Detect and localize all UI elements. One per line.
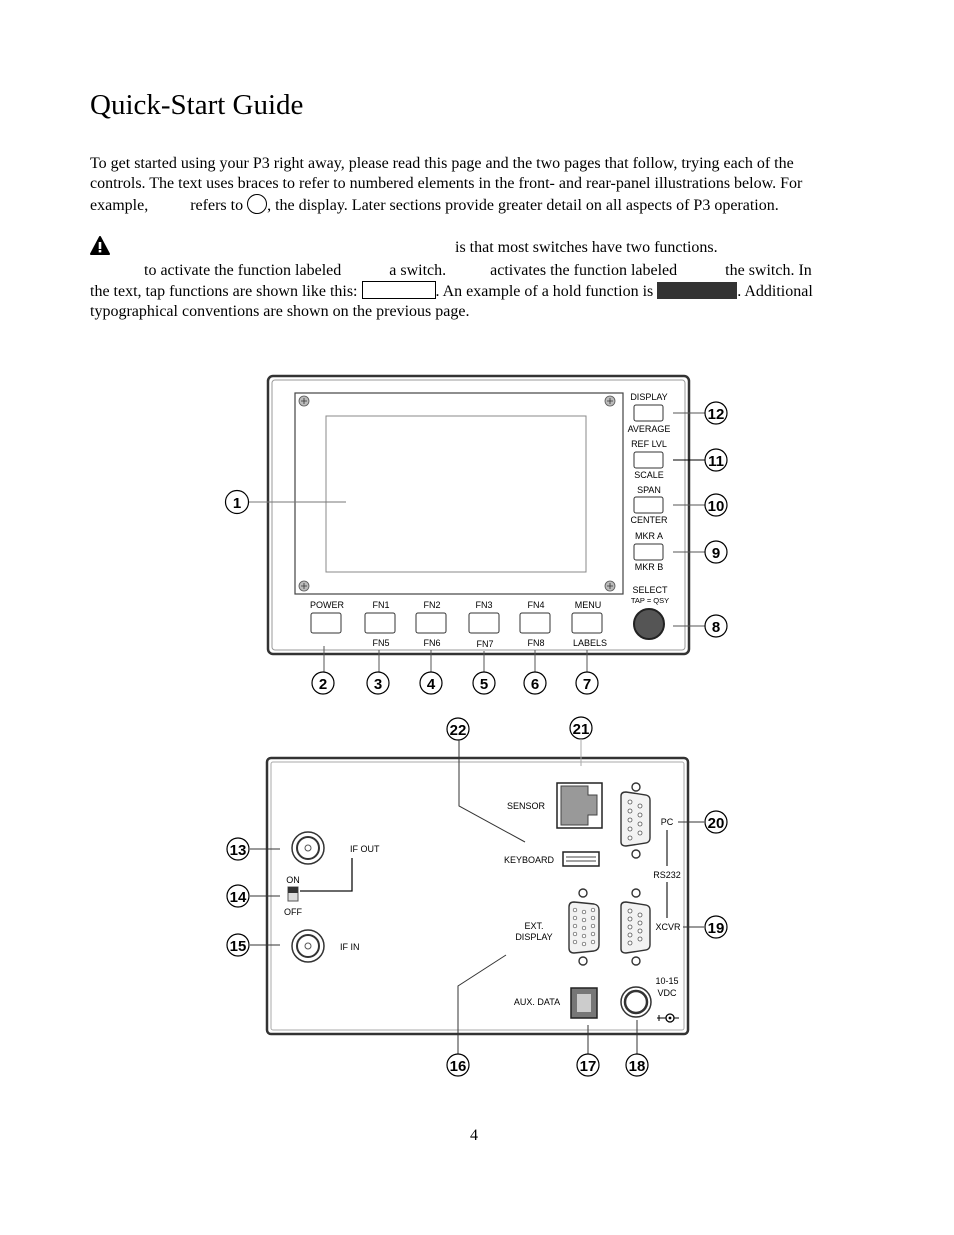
svg-text:AVERAGE: AVERAGE: [628, 424, 671, 434]
svg-text:FN8: FN8: [527, 638, 544, 648]
svg-text:2: 2: [319, 676, 327, 693]
svg-text:6: 6: [531, 676, 539, 693]
svg-text:SCALE: SCALE: [634, 470, 664, 480]
svg-text:SPAN: SPAN: [637, 485, 661, 495]
svg-text:IF OUT: IF OUT: [350, 844, 380, 854]
svg-text:1: 1: [233, 495, 241, 512]
keyboard-port[interactable]: KEYBOARD: [504, 851, 600, 867]
svg-text:14: 14: [230, 889, 247, 906]
svg-text:FN4: FN4: [527, 600, 544, 610]
svg-text:MKR A: MKR A: [635, 531, 663, 541]
svg-text:12: 12: [708, 406, 725, 423]
svg-text:MENU: MENU: [575, 600, 602, 610]
svg-text:FN1: FN1: [372, 600, 389, 610]
display-screen: [325, 415, 587, 573]
svg-text:TAP = QSY: TAP = QSY: [631, 596, 669, 605]
svg-text:FN2: FN2: [423, 600, 440, 610]
svg-text:OFF: OFF: [284, 907, 302, 917]
svg-text:10-15: 10-15: [655, 976, 678, 986]
svg-text:21: 21: [573, 721, 590, 738]
svg-text:FN6: FN6: [423, 638, 440, 648]
svg-text:10: 10: [708, 498, 725, 515]
svg-text:11: 11: [708, 453, 724, 470]
callout-1: 1: [224, 489, 250, 515]
svg-text:16: 16: [450, 1058, 467, 1075]
ext-label: EXT.: [524, 921, 543, 931]
svg-text:KEYBOARD: KEYBOARD: [504, 855, 555, 865]
page-number: 4: [470, 1127, 478, 1144]
menu-switch[interactable]: MENU LABELS 7: [571, 600, 607, 695]
svg-text:IF IN: IF IN: [340, 942, 360, 952]
svg-text:MKR B: MKR B: [635, 562, 664, 572]
pc-label: PC: [661, 817, 674, 827]
svg-text:18: 18: [629, 1058, 646, 1075]
svg-text:8: 8: [712, 619, 720, 636]
svg-text:9: 9: [712, 545, 720, 562]
rear-panel: 22 21 SENSOR KEYBOARD PC RS232 XCVR 20 1…: [226, 716, 728, 1077]
display-label: DISPLAY: [515, 932, 552, 942]
svg-text:SELECT: SELECT: [632, 585, 668, 595]
front-panel: 1 DISPLAY AVERAGE 12 REF LVL SCALE 11 SP…: [224, 374, 728, 695]
svg-text:FN7: FN7: [476, 639, 493, 649]
svg-text:SENSOR: SENSOR: [507, 801, 546, 811]
svg-text:AUX. DATA: AUX. DATA: [514, 997, 560, 1007]
rs232-label: RS232: [653, 870, 681, 880]
svg-text:19: 19: [708, 920, 725, 937]
svg-text:20: 20: [708, 815, 725, 832]
panel-illustrations: 1 DISPLAY AVERAGE 12 REF LVL SCALE 11 SP…: [224, 374, 728, 1077]
svg-text:DISPLAY: DISPLAY: [630, 392, 667, 402]
svg-text:3: 3: [374, 676, 382, 693]
svg-text:22: 22: [450, 722, 467, 739]
svg-text:POWER: POWER: [310, 600, 345, 610]
svg-text:REF LVL: REF LVL: [631, 439, 667, 449]
svg-text:ON: ON: [286, 875, 300, 885]
svg-text:FN3: FN3: [475, 600, 492, 610]
svg-text:VDC: VDC: [657, 988, 677, 998]
xcvr-label: XCVR: [655, 922, 681, 932]
svg-text:13: 13: [230, 842, 247, 859]
svg-text:15: 15: [230, 938, 247, 955]
callout-19: 19: [683, 915, 728, 939]
svg-text:7: 7: [583, 676, 591, 693]
svg-text:FN5: FN5: [372, 638, 389, 648]
svg-text:LABELS: LABELS: [573, 638, 607, 648]
svg-text:17: 17: [580, 1058, 597, 1075]
svg-text:CENTER: CENTER: [630, 515, 668, 525]
svg-text:5: 5: [480, 676, 488, 693]
svg-text:4: 4: [427, 676, 436, 693]
